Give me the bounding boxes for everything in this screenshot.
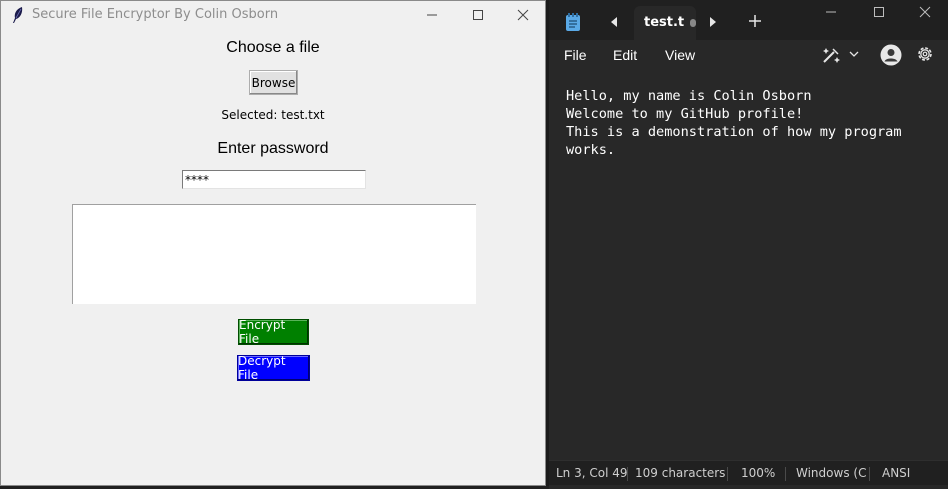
tab-label: test.tx [644, 15, 684, 30]
encrypt-file-button[interactable]: Encrypt File [238, 318, 309, 346]
account-icon[interactable] [880, 44, 902, 66]
menu-bar: File Edit View [549, 40, 948, 70]
cursor-position: Ln 3, Col 49 [556, 466, 628, 480]
editor-line: works. [566, 142, 616, 158]
close-button[interactable] [500, 1, 546, 29]
status-divider [727, 467, 728, 481]
editor-line: This is a demonstration of how my progra… [566, 124, 902, 140]
tab-bar: test.tx [549, 0, 948, 40]
minimize-icon [826, 11, 836, 13]
menu-view[interactable]: View [665, 47, 695, 63]
copilot-icon[interactable] [821, 45, 843, 65]
close-icon [919, 6, 931, 18]
title-bar[interactable]: Secure File Encryptor By Colin Osborn [1, 1, 545, 29]
selected-file-label: Selected: test.txt [221, 108, 325, 122]
menu-file[interactable]: File [564, 47, 587, 63]
encryptor-window: Secure File Encryptor By Colin Osborn Ch… [0, 0, 546, 486]
browse-button[interactable]: Browse [249, 70, 298, 95]
close-icon [517, 9, 529, 21]
output-text-area[interactable] [72, 204, 476, 304]
minimize-button[interactable] [409, 1, 455, 29]
status-divider [869, 467, 870, 481]
zoom-level[interactable]: 100% [741, 466, 775, 480]
window-title: Secure File Encryptor By Colin Osborn [32, 7, 279, 22]
choose-file-label: Choose a file [226, 39, 320, 56]
character-count: 109 characters [635, 466, 726, 480]
unsaved-indicator [690, 19, 696, 27]
maximize-button[interactable] [856, 0, 902, 24]
chevron-down-icon[interactable] [848, 48, 860, 60]
editor-line: Welcome to my GitHub profile! [566, 106, 804, 122]
encoding[interactable]: ANSI [882, 466, 910, 480]
add-tab-icon[interactable] [746, 11, 764, 31]
minimize-button[interactable] [808, 0, 854, 24]
notepad-icon [566, 13, 580, 31]
status-divider [627, 467, 628, 481]
close-button[interactable] [902, 0, 948, 24]
status-bar: Ln 3, Col 49 109 characters 100% Windows… [549, 460, 948, 485]
status-divider [785, 467, 786, 481]
tab-next-icon[interactable] [705, 12, 721, 32]
feather-icon [13, 7, 23, 23]
text-editor[interactable]: Hello, my name is Colin Osborn Welcome t… [549, 72, 948, 458]
minimize-icon [427, 14, 437, 16]
settings-icon[interactable] [915, 44, 935, 64]
tab-test-txt[interactable]: test.tx [634, 6, 696, 40]
password-input[interactable] [182, 170, 366, 189]
maximize-button[interactable] [455, 1, 501, 29]
editor-line: Hello, my name is Colin Osborn [566, 88, 812, 104]
decrypt-file-button[interactable]: Decrypt File [237, 354, 310, 382]
tab-prev-icon[interactable] [606, 12, 622, 32]
maximize-icon [473, 10, 483, 20]
menu-edit[interactable]: Edit [613, 47, 637, 63]
line-ending[interactable]: Windows (CRLF) [796, 466, 866, 480]
maximize-icon [874, 7, 884, 17]
notepad-window: test.tx File Edit View [549, 0, 948, 489]
password-label: Enter password [217, 140, 329, 157]
